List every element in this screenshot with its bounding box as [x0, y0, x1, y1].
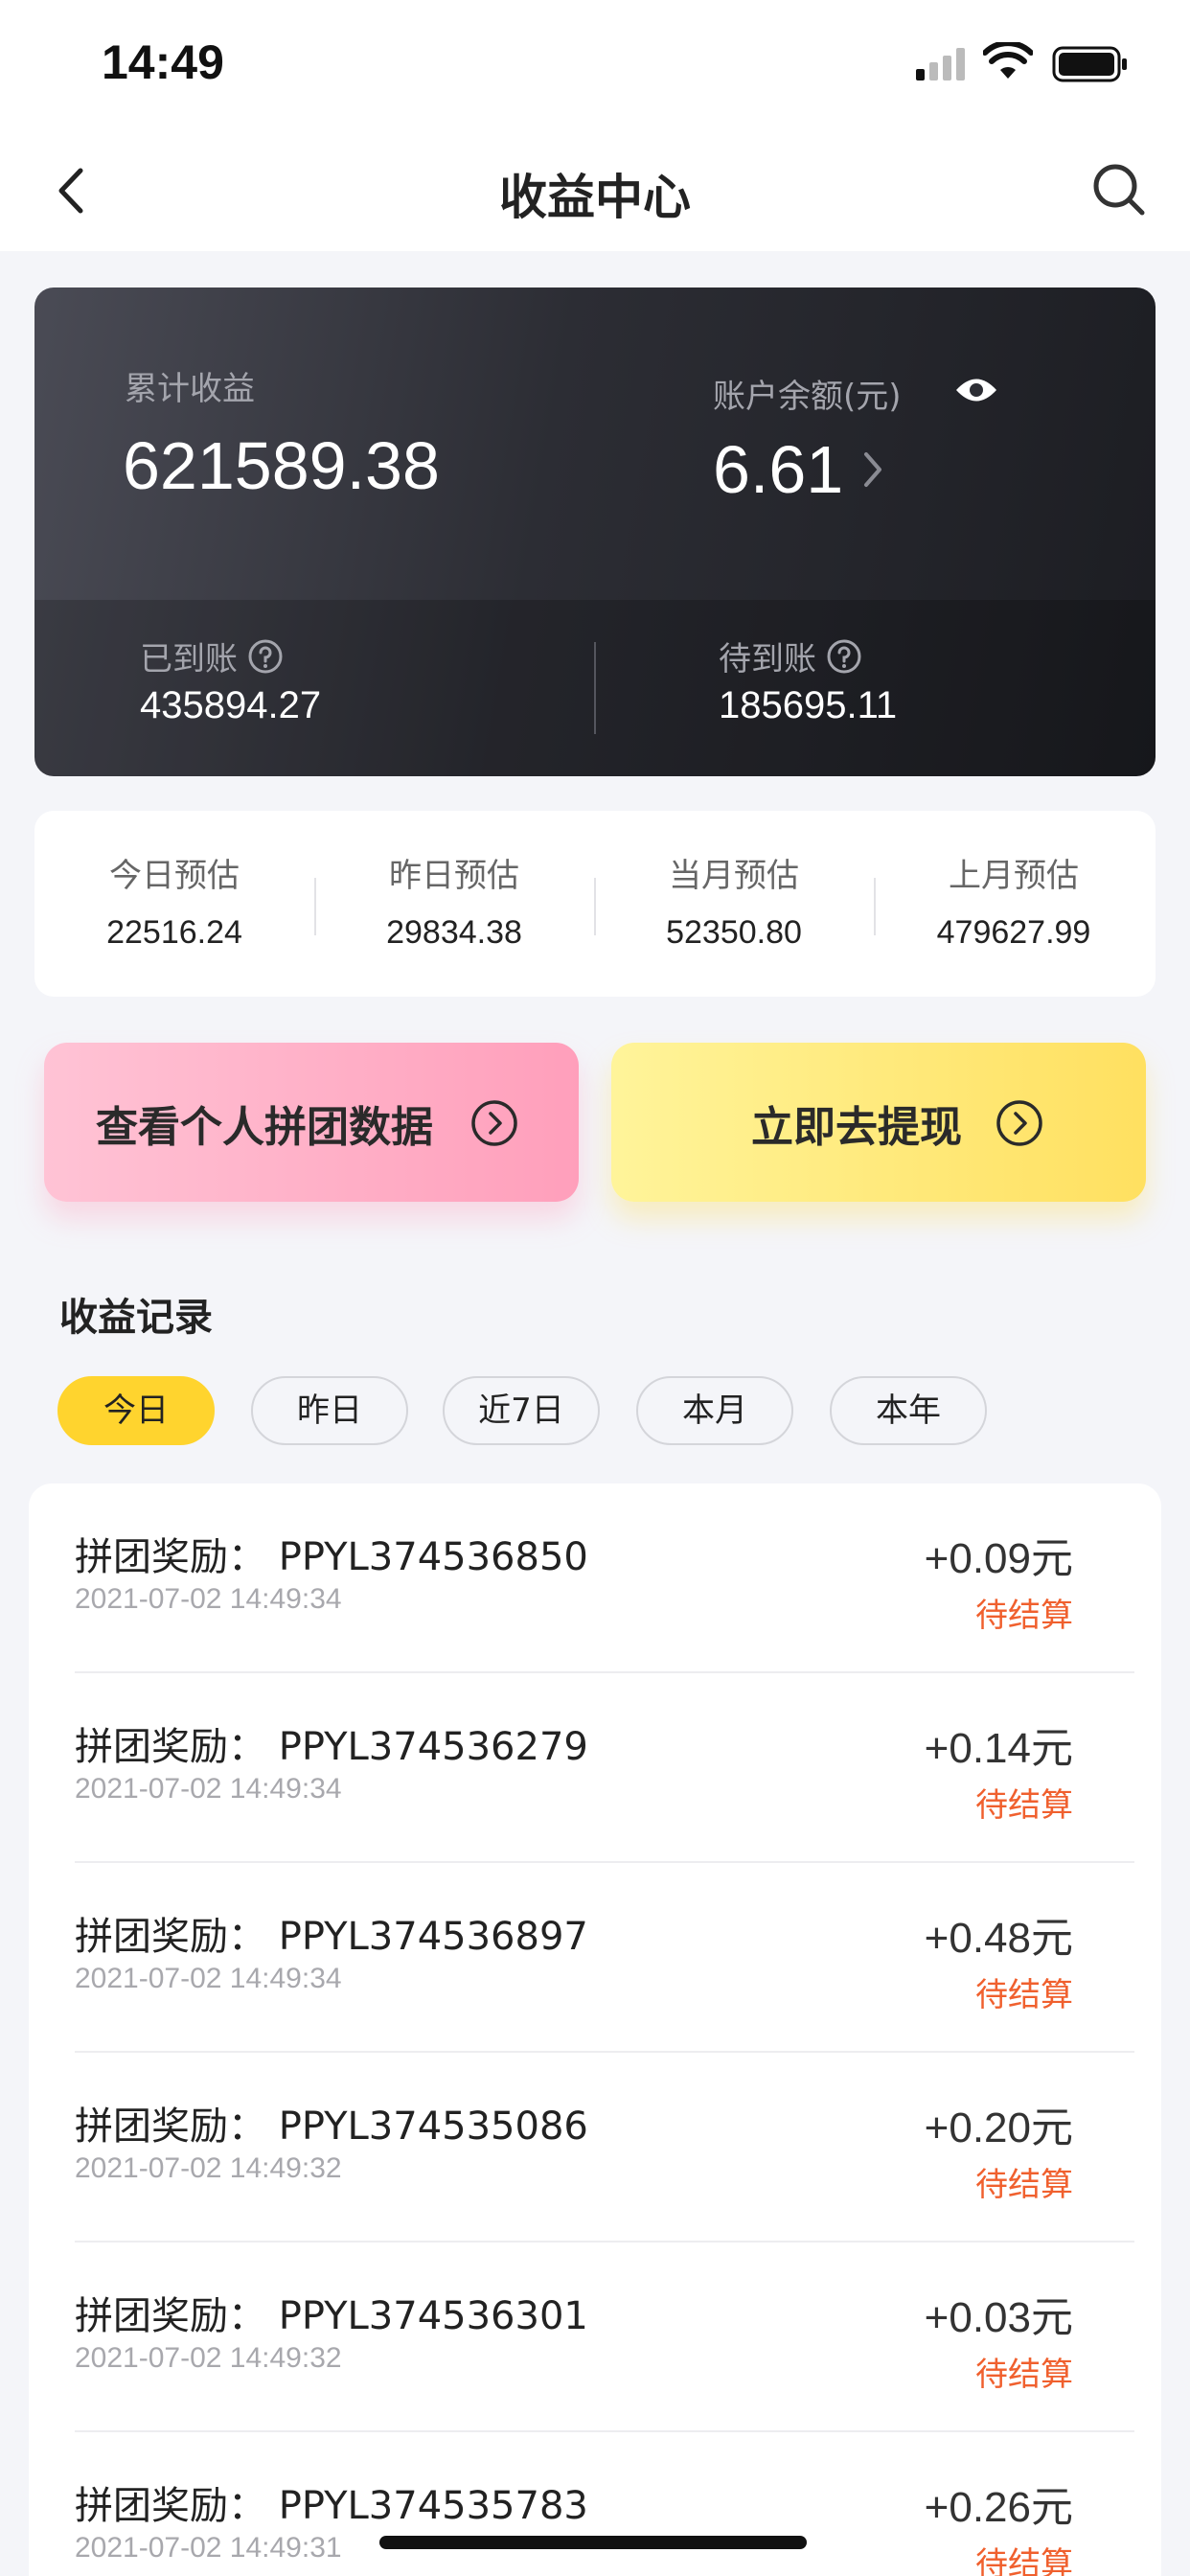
records-title: 收益记录 — [59, 1296, 213, 1340]
record-amount: +0.03元 — [924, 2294, 1073, 2341]
filter-chip-yesterday[interactable]: 昨日 — [251, 1376, 408, 1445]
record-title: 拼团奖励： PPYL374536897 — [75, 1915, 588, 1959]
estimate-label: 昨日预估 — [389, 857, 519, 895]
list-item[interactable]: 拼团奖励： PPYL374535086 2021-07-02 14:49:32 … — [29, 2053, 1161, 2242]
record-title: 拼团奖励： PPYL374536279 — [75, 1725, 588, 1769]
balance-label: 账户余额(元) — [713, 378, 902, 416]
card-divider — [594, 642, 596, 734]
list-item[interactable]: 拼团奖励： PPYL374536301 2021-07-02 14:49:32 … — [29, 2242, 1161, 2432]
total-earnings-label: 累计收益 — [125, 370, 255, 408]
record-title: 拼团奖励： PPYL374536301 — [75, 2294, 588, 2338]
estimate-last-month: 上月预估 479627.99 — [874, 811, 1154, 997]
record-title: 拼团奖励： PPYL374536850 — [75, 1535, 588, 1579]
record-status: 待结算 — [975, 1976, 1073, 2014]
record-time: 2021-07-02 14:49:34 — [75, 1773, 342, 1805]
status-time: 14:49 — [102, 35, 224, 89]
record-amount: +0.26元 — [924, 2484, 1073, 2531]
record-amount: +0.14元 — [924, 1725, 1073, 1772]
record-status: 待结算 — [975, 2545, 1073, 2576]
record-title: 拼团奖励： PPYL374535086 — [75, 2104, 588, 2149]
page-title: 收益中心 — [499, 170, 691, 225]
estimates-card: 今日预估 22516.24 昨日预估 29834.38 当月预估 52350.8… — [34, 811, 1156, 997]
status-bar: 14:49 — [0, 0, 1190, 130]
record-time: 2021-07-02 14:49:34 — [75, 1963, 342, 1994]
record-status: 待结算 — [975, 2356, 1073, 2394]
help-icon[interactable] — [247, 638, 284, 675]
help-icon[interactable] — [826, 638, 862, 675]
pending-value: 185695.11 — [719, 684, 898, 726]
records-list: 拼团奖励： PPYL374536850 2021-07-02 14:49:34 … — [29, 1484, 1161, 2576]
record-status: 待结算 — [975, 1786, 1073, 1825]
record-status: 待结算 — [975, 1597, 1073, 1635]
record-amount: +0.20元 — [924, 2104, 1073, 2151]
estimate-value: 29834.38 — [386, 914, 522, 951]
balance-value[interactable]: 6.61 — [713, 431, 843, 508]
record-title: 拼团奖励： PPYL374535783 — [75, 2484, 588, 2528]
record-time: 2021-07-02 14:49:31 — [75, 2532, 342, 2564]
nav-bar: 收益中心 — [0, 130, 1190, 251]
record-amount: +0.09元 — [924, 1535, 1073, 1582]
record-time: 2021-07-02 14:49:32 — [75, 2342, 342, 2374]
pending-label: 待到账 — [719, 640, 816, 678]
estimate-value: 22516.24 — [106, 914, 242, 951]
estimate-label: 当月预估 — [669, 857, 799, 895]
estimate-value: 52350.80 — [666, 914, 802, 951]
list-item[interactable]: 拼团奖励： PPYL374536279 2021-07-02 14:49:34 … — [29, 1673, 1161, 1863]
estimate-today: 今日预估 22516.24 — [34, 811, 314, 997]
eye-icon[interactable] — [954, 374, 998, 406]
record-amount: +0.48元 — [924, 1915, 1073, 1962]
filter-chip-this-month[interactable]: 本月 — [636, 1376, 793, 1445]
filter-chip-today[interactable]: 今日 — [57, 1376, 215, 1445]
estimate-label: 今日预估 — [109, 857, 240, 895]
estimate-label: 上月预估 — [949, 857, 1079, 895]
total-earnings-value: 621589.38 — [123, 428, 440, 503]
home-indicator — [379, 2536, 807, 2549]
cellular-signal-icon — [916, 48, 965, 80]
chevron-right-circle-icon — [996, 1100, 1042, 1146]
pending-label-group: 待到账 — [719, 632, 862, 679]
withdraw-label: 立即去提现 — [751, 1103, 962, 1152]
withdraw-button[interactable]: 立即去提现 — [611, 1043, 1146, 1202]
record-time: 2021-07-02 14:49:34 — [75, 1583, 342, 1615]
battery-icon — [1052, 46, 1127, 82]
view-group-data-label: 查看个人拼团数据 — [96, 1103, 433, 1152]
wifi-icon — [983, 42, 1033, 79]
filter-chip-this-year[interactable]: 本年 — [830, 1376, 987, 1445]
earnings-summary-card: 累计收益 621589.38 账户余额(元) 6.61 已到账 435894.2… — [34, 288, 1156, 776]
chevron-right-circle-icon — [471, 1100, 517, 1146]
list-item[interactable]: 拼团奖励： PPYL374536897 2021-07-02 14:49:34 … — [29, 1863, 1161, 2053]
record-status: 待结算 — [975, 2166, 1073, 2204]
view-group-data-button[interactable]: 查看个人拼团数据 — [44, 1043, 579, 1202]
estimate-value: 479627.99 — [936, 914, 1091, 951]
estimate-yesterday: 昨日预估 29834.38 — [314, 811, 594, 997]
arrived-label-group: 已到账 — [140, 632, 284, 679]
balance-chevron-icon[interactable] — [862, 450, 885, 489]
arrived-label: 已到账 — [140, 640, 238, 678]
search-icon[interactable] — [1088, 159, 1150, 220]
estimate-this-month: 当月预估 52350.80 — [594, 811, 874, 997]
list-item[interactable]: 拼团奖励： PPYL374536850 2021-07-02 14:49:34 … — [29, 1484, 1161, 1673]
list-item[interactable]: 拼团奖励： PPYL374535783 2021-07-02 14:49:31 … — [29, 2432, 1161, 2576]
filter-chip-last-7-days[interactable]: 近7日 — [443, 1376, 600, 1445]
arrived-value: 435894.27 — [140, 684, 322, 726]
record-time: 2021-07-02 14:49:32 — [75, 2152, 342, 2184]
